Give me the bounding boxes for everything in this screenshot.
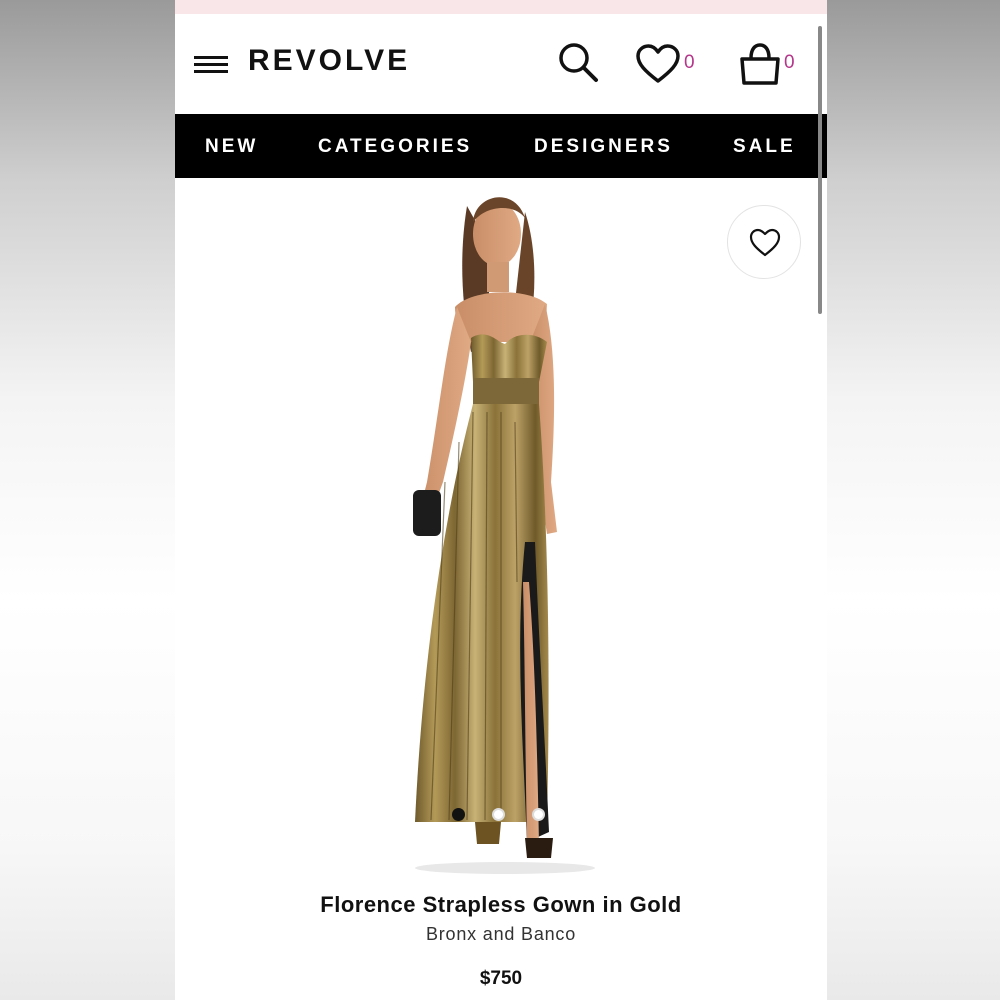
wishlist-heart-icon[interactable] xyxy=(635,43,681,85)
product-image[interactable] xyxy=(375,182,635,878)
add-to-wishlist-button[interactable] xyxy=(727,205,801,279)
shopping-bag-icon[interactable] xyxy=(738,42,782,86)
nav-categories[interactable]: CATEGORIES xyxy=(318,136,472,158)
product-title: Florence Strapless Gown in Gold xyxy=(320,892,682,917)
nav-new[interactable]: NEW xyxy=(205,136,258,158)
scrollbar[interactable] xyxy=(818,26,822,314)
carousel-dot-1[interactable] xyxy=(452,808,465,821)
main-nav: NEW CATEGORIES DESIGNERS SALE xyxy=(175,114,827,178)
wishlist-count: 0 xyxy=(684,52,695,73)
carousel-dot-3[interactable] xyxy=(532,808,545,821)
mobile-page: REVOLVE 0 0 NEW CATEGORIES DESIGNERS SAL… xyxy=(175,0,827,1000)
image-carousel-dots xyxy=(452,808,552,822)
search-icon[interactable] xyxy=(557,41,601,85)
product-price: $750 xyxy=(479,968,523,989)
nav-sale[interactable]: SALE xyxy=(733,136,796,158)
nav-designers[interactable]: DESIGNERS xyxy=(534,136,673,158)
bag-count: 0 xyxy=(784,52,795,73)
promo-strip xyxy=(175,0,827,14)
site-logo[interactable]: REVOLVE xyxy=(248,44,410,78)
heart-icon xyxy=(749,228,781,257)
carousel-dot-2[interactable] xyxy=(492,808,505,821)
menu-icon[interactable] xyxy=(194,54,230,76)
site-header: REVOLVE 0 0 xyxy=(175,14,827,114)
product-brand[interactable]: Bronx and Banco xyxy=(175,924,827,945)
